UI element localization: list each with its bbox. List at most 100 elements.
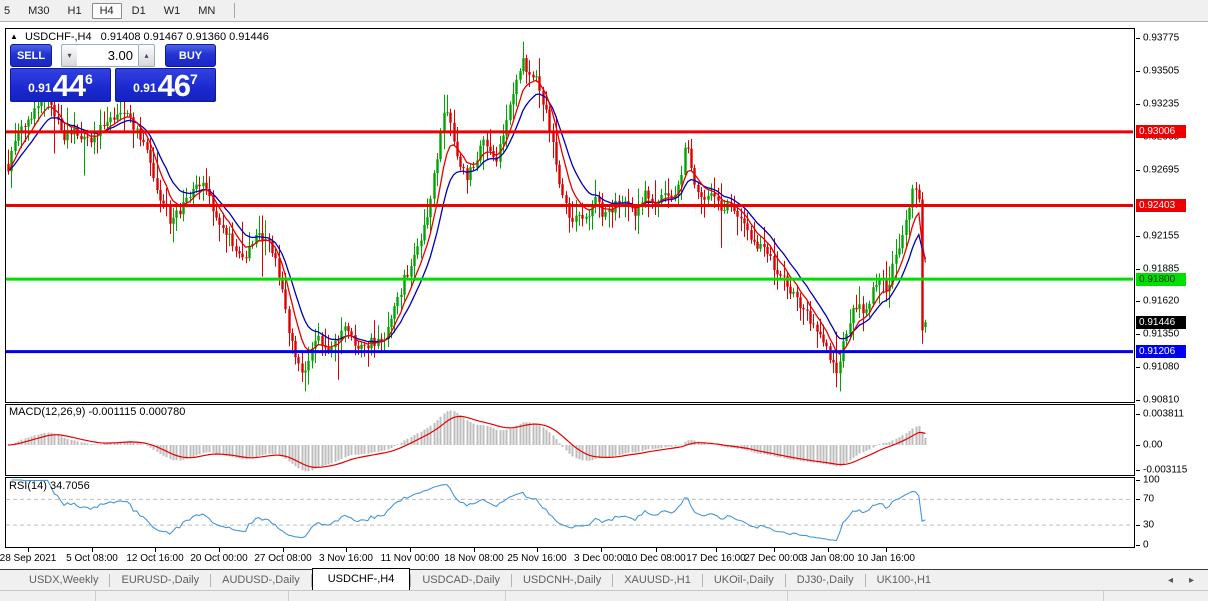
buy-price-point: 7 — [190, 71, 198, 87]
scale-price-label: 0.90810 — [1143, 394, 1179, 405]
scale-tick — [1136, 400, 1140, 401]
time-label: 20 Oct 00:00 — [190, 553, 247, 564]
time-label: 10 Dec 08:00 — [626, 553, 686, 564]
scale-price-label: 0.93235 — [1143, 98, 1179, 109]
price-badge-0.91446: 0.91446 — [1136, 316, 1186, 329]
time-tick — [886, 548, 887, 552]
time-tick — [656, 548, 657, 552]
sell-price-display[interactable]: 0.91 44 6 — [10, 68, 111, 102]
sell-price-point: 6 — [85, 71, 93, 87]
time-label: 3 Nov 16:00 — [319, 553, 373, 564]
time-label: 25 Nov 16:00 — [507, 553, 567, 564]
chevron-down-icon: ▾ — [67, 51, 71, 60]
chart-tab-usdcnh-daily[interactable]: USDCNH-,Daily — [512, 571, 612, 589]
chart-tab-uk100-h1[interactable]: UK100-,H1 — [866, 571, 942, 589]
scale-tick — [1136, 480, 1140, 481]
time-label: 10 Jan 16:00 — [857, 553, 915, 564]
volume-decrease-button[interactable]: ▾ — [61, 44, 78, 67]
one-click-trading-panel: SELL ▾ ▴ BUY 0.91 44 6 0.91 46 7 — [10, 44, 216, 102]
time-label: 3 Dec 00:00 — [574, 553, 628, 564]
time-tick — [774, 548, 775, 552]
scale-tick — [1136, 414, 1140, 415]
status-separator — [95, 591, 96, 601]
scale-tick — [1136, 104, 1140, 105]
scale-tick — [1136, 38, 1140, 39]
macd-scale-label: 0.00 — [1143, 440, 1162, 451]
chart-ohlc-values: 0.91408 0.91467 0.91360 0.91446 — [101, 31, 269, 43]
status-separator — [505, 591, 506, 601]
price-badge-0.93006: 0.93006 — [1136, 125, 1186, 138]
rsi-label: RSI(14) 34.7056 — [9, 480, 90, 492]
scale-tick — [1136, 301, 1140, 302]
chart-tab-ukoil-daily[interactable]: UKOil-,Daily — [703, 571, 785, 589]
buy-price-display[interactable]: 0.91 46 7 — [115, 68, 216, 102]
time-label: 3 Jan 08:00 — [802, 553, 854, 564]
status-bar — [0, 590, 1208, 601]
scale-tick — [1136, 334, 1140, 335]
sell-price-pips: 44 — [53, 72, 85, 99]
time-label: 18 Nov 08:00 — [444, 553, 504, 564]
time-label: 11 Nov 00:00 — [381, 553, 440, 564]
rsi-scale-label: 70 — [1143, 494, 1154, 505]
sell-button[interactable]: SELL — [10, 44, 52, 67]
scale-tick — [1136, 367, 1140, 368]
scale-tick — [1136, 525, 1140, 526]
scale-price-label: 0.92155 — [1143, 230, 1179, 241]
time-label: 27 Oct 08:00 — [254, 553, 311, 564]
time-tick — [219, 548, 220, 552]
chart-tab-usdx-weekly[interactable]: USDX,Weekly — [18, 571, 109, 589]
scale-tick — [1136, 445, 1140, 446]
time-tick — [828, 548, 829, 552]
macd-scale-label: 0.003811 — [1143, 408, 1184, 419]
chart-tab-usdchf-h4[interactable]: USDCHF-,H4 — [312, 568, 411, 590]
scale-tick — [1136, 236, 1140, 237]
scale-tick — [1136, 170, 1140, 171]
collapse-panel-icon[interactable]: ▲ — [10, 32, 18, 41]
chart-tab-dj30-daily[interactable]: DJ30-,Daily — [786, 571, 865, 589]
sell-price-prefix: 0.91 — [28, 81, 51, 95]
time-tick — [601, 548, 602, 552]
time-tick — [92, 548, 93, 552]
time-tick — [537, 548, 538, 552]
time-tick — [28, 548, 29, 552]
time-label: 17 Dec 16:00 — [686, 553, 746, 564]
volume-increase-button[interactable]: ▴ — [138, 44, 155, 67]
scale-price-label: 0.91620 — [1143, 296, 1179, 307]
chart-header: ▲ USDCHF-,H4 0.91408 0.91467 0.91360 0.9… — [10, 31, 269, 43]
buy-button[interactable]: BUY — [165, 44, 216, 67]
scale-price-label: 0.93505 — [1143, 65, 1179, 76]
price-badge-0.91206: 0.91206 — [1136, 345, 1186, 358]
scale-price-label: 0.93775 — [1143, 33, 1179, 44]
price-badge-0.92403: 0.92403 — [1136, 199, 1186, 212]
time-label: 27 Dec 00:00 — [744, 553, 804, 564]
macd-label: MACD(12,26,9) -0.001115 0.000780 — [9, 406, 185, 418]
time-tick — [346, 548, 347, 552]
chart-tab-audusd-daily[interactable]: AUDUSD-,Daily — [211, 571, 311, 589]
rsi-scale-label: 0 — [1143, 539, 1149, 550]
time-label: 5 Oct 08:00 — [66, 553, 118, 564]
time-tick — [716, 548, 717, 552]
time-tick — [474, 548, 475, 552]
scale-price-label: 0.91350 — [1143, 329, 1179, 340]
tab-scroll-right-icon[interactable]: ▸ — [1189, 575, 1194, 586]
buy-price-prefix: 0.91 — [133, 81, 156, 95]
chart-tab-eurusd-daily[interactable]: EURUSD-,Daily — [110, 571, 210, 589]
chevron-up-icon: ▴ — [144, 51, 148, 60]
buy-price-pips: 46 — [158, 72, 190, 99]
scale-price-label: 0.91080 — [1143, 362, 1179, 373]
status-separator — [787, 591, 788, 601]
chart-tab-xauusd-h1[interactable]: XAUUSD-,H1 — [613, 571, 702, 589]
price-badge-0.91800: 0.91800 — [1136, 273, 1186, 286]
chart-tab-usdcad-daily[interactable]: USDCAD-,Daily — [411, 571, 511, 589]
time-label: 12 Oct 16:00 — [126, 553, 183, 564]
scale-tick — [1136, 269, 1140, 270]
tab-scroll-left-icon[interactable]: ◂ — [1168, 575, 1173, 586]
scale-price-label: 0.92695 — [1143, 164, 1179, 175]
status-separator — [1103, 591, 1104, 601]
volume-input[interactable] — [77, 44, 138, 67]
scale-tick — [1136, 499, 1140, 500]
scale-tick — [1136, 545, 1140, 546]
chart-tab-bar: USDX,WeeklyEURUSD-,DailyAUDUSD-,DailyUSD… — [0, 569, 1208, 590]
status-separator — [288, 591, 289, 601]
time-label: 28 Sep 2021 — [0, 553, 56, 564]
